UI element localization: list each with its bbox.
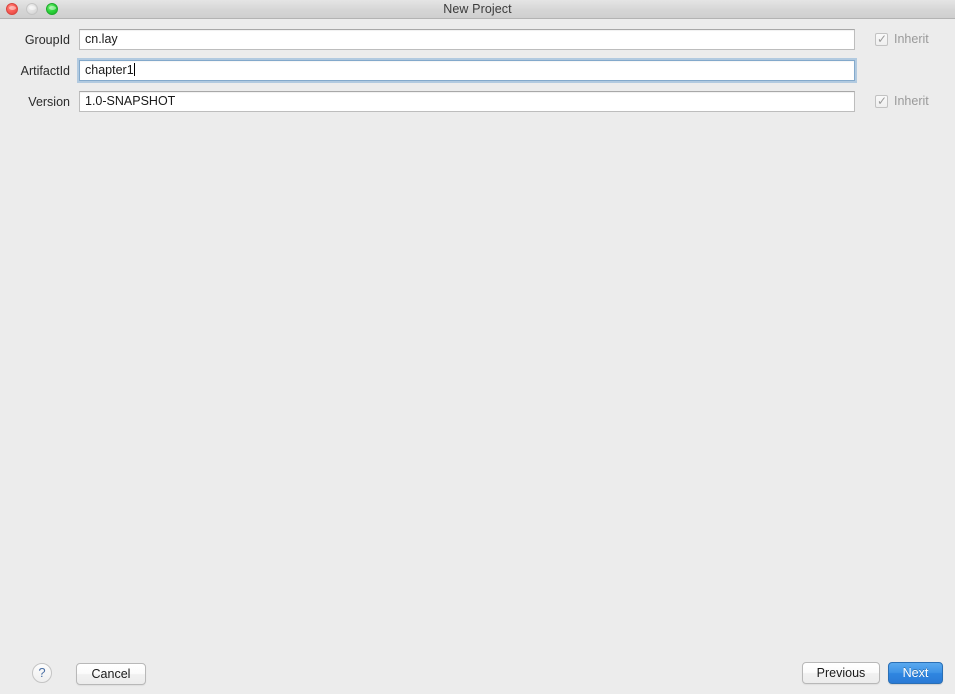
artifactid-input-value: chapter1 xyxy=(85,63,134,77)
form-row-groupid: GroupId cn.lay ✓ Inherit xyxy=(0,29,955,51)
checkmark-icon: ✓ xyxy=(877,94,888,108)
dialog-content: GroupId cn.lay ✓ Inherit ArtifactId chap… xyxy=(0,19,955,694)
cancel-button[interactable]: Cancel xyxy=(76,663,146,685)
groupid-label: GroupId xyxy=(24,33,70,47)
window-titlebar: New Project xyxy=(0,0,955,19)
version-label: Version xyxy=(28,95,70,109)
form-row-artifactid: ArtifactId chapter1 xyxy=(0,60,955,82)
version-inherit-label: Inherit xyxy=(894,94,929,108)
checkmark-icon: ✓ xyxy=(877,32,888,46)
groupid-input[interactable]: cn.lay xyxy=(79,29,855,50)
previous-button[interactable]: Previous xyxy=(802,662,880,684)
artifactid-label: ArtifactId xyxy=(20,64,70,78)
text-caret xyxy=(133,63,135,76)
groupid-inherit-checkbox: ✓ xyxy=(875,32,888,46)
version-inherit-group[interactable]: ✓ Inherit xyxy=(875,94,929,109)
new-project-dialog: New Project GroupId cn.lay ✓ Inherit Art… xyxy=(0,0,955,694)
help-button[interactable]: ? xyxy=(32,663,52,683)
window-title: New Project xyxy=(443,2,512,16)
groupid-inherit-group[interactable]: ✓ Inherit xyxy=(875,32,929,47)
form-row-version: Version 1.0-SNAPSHOT ✓ Inherit xyxy=(0,91,955,113)
groupid-inherit-label: Inherit xyxy=(894,32,929,46)
version-input[interactable]: 1.0-SNAPSHOT xyxy=(79,91,855,112)
artifactid-input[interactable]: chapter1 xyxy=(79,60,855,81)
next-button[interactable]: Next xyxy=(888,662,943,684)
version-inherit-checkbox: ✓ xyxy=(875,94,888,108)
